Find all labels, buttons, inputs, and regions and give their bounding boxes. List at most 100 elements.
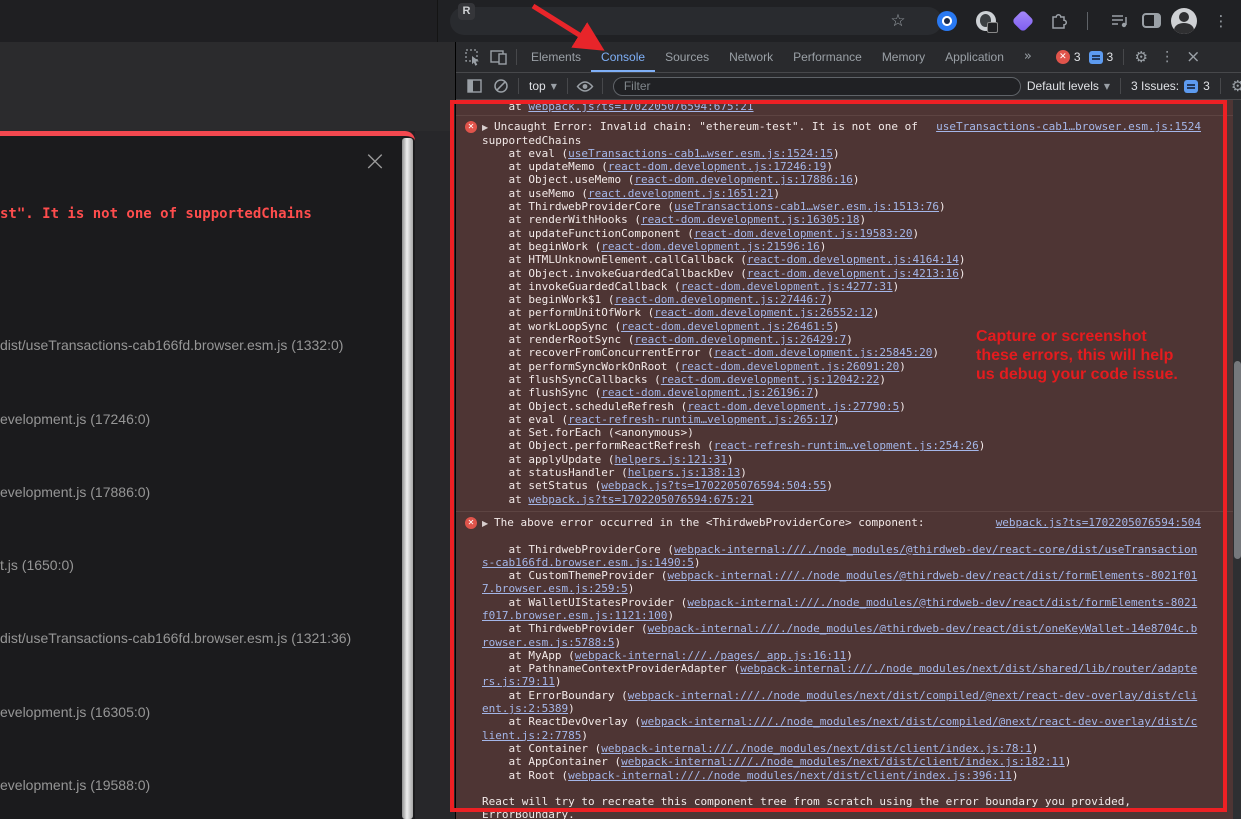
overlay-close-icon[interactable]: × bbox=[360, 146, 390, 176]
stack-trace-link[interactable]: helpers.js:138:13 bbox=[628, 466, 741, 479]
console-line bbox=[482, 782, 1223, 795]
stack-trace-link[interactable]: react-refresh-runtim…velopment.js:254:26 bbox=[714, 439, 979, 452]
console-line: at workLoopSync (react-dom.development.j… bbox=[482, 320, 1223, 333]
stack-trace-link[interactable]: webpack-internal:///./node_modules/next/… bbox=[641, 715, 1197, 728]
stack-trace-link[interactable]: 7.browser.esm.js:259:5 bbox=[482, 582, 628, 595]
stack-trace-link[interactable]: webpack-internal:///./node_modules/@thir… bbox=[687, 596, 1197, 609]
overlay-scrollbar[interactable] bbox=[402, 138, 413, 819]
stack-trace-link[interactable]: webpack-internal:///./pages/_app.js:16:1… bbox=[575, 649, 847, 662]
stack-trace-link[interactable]: react-dom.development.js:17886:16 bbox=[634, 173, 853, 186]
devtools-close-icon[interactable]: × bbox=[1180, 44, 1206, 70]
tab-console[interactable]: Console bbox=[591, 42, 655, 72]
stack-trace-link[interactable]: webpack-internal:///./node_modules/next/… bbox=[628, 689, 1198, 702]
context-selector-dropdown[interactable]: top▼ bbox=[523, 79, 563, 93]
side-panel-icon[interactable] bbox=[1142, 13, 1161, 28]
console-line: at eval (useTransactions-cab1…wser.esm.j… bbox=[482, 147, 1223, 160]
stack-trace-link[interactable]: react-dom.development.js:26429:7 bbox=[634, 333, 846, 346]
console-sidebar-toggle-icon[interactable] bbox=[462, 73, 488, 99]
tabbar-divider bbox=[516, 49, 517, 65]
overlay-stack-frame: evelopment.js (17886:0) bbox=[0, 484, 150, 500]
error-count-badge[interactable]: ✕ 3 bbox=[1056, 50, 1081, 64]
stack-trace-link[interactable]: webpack.js?ts=1702205076594:675:21 bbox=[528, 493, 753, 506]
console-line: at ThirdwebProviderCore (useTransactions… bbox=[482, 200, 1223, 213]
stack-trace-link[interactable]: webpack-internal:///./node_modules/@thir… bbox=[667, 569, 1197, 582]
stack-trace-link[interactable]: react-dom.development.js:27446:7 bbox=[614, 293, 826, 306]
address-bar[interactable] bbox=[450, 7, 942, 35]
stack-trace-link[interactable]: rs.js:79:11 bbox=[482, 675, 555, 688]
stack-trace-link[interactable]: react-dom.development.js:26461:5 bbox=[621, 320, 833, 333]
overlay-stack-frame: t.js (1650:0) bbox=[0, 557, 74, 573]
console-line: at statusHandler (helpers.js:138:13) bbox=[482, 466, 1223, 479]
expand-triangle-icon[interactable]: ▶ bbox=[482, 121, 494, 134]
tab-sources[interactable]: Sources bbox=[655, 42, 719, 72]
stack-trace-link[interactable]: ent.js:2:5389 bbox=[482, 702, 568, 715]
stack-trace-link[interactable]: react-dom.development.js:25845:20 bbox=[714, 346, 933, 359]
more-tabs-icon[interactable]: » bbox=[1014, 42, 1042, 72]
stack-trace-link[interactable]: react-dom.development.js:26196:7 bbox=[601, 386, 813, 399]
issues-counter[interactable]: 3 Issues: 3 bbox=[1125, 79, 1216, 93]
stack-trace-link[interactable]: react-dom.development.js:27790:5 bbox=[687, 400, 899, 413]
console-settings-gear-icon[interactable]: ⚙ bbox=[1225, 73, 1241, 99]
stack-trace-link[interactable]: webpack.js?ts=1702205076594:675:21 bbox=[528, 100, 753, 113]
devtools-settings-gear-icon[interactable]: ⚙ bbox=[1128, 44, 1154, 70]
stack-trace-link[interactable]: react.development.js:1651:21 bbox=[588, 187, 773, 200]
stack-trace-link[interactable]: webpack-internal:///./node_modules/@thir… bbox=[674, 543, 1197, 556]
source-location-link[interactable]: useTransactions-cab1…browser.esm.js:1524 bbox=[936, 120, 1201, 133]
stack-trace-link[interactable]: react-dom.development.js:16305:18 bbox=[641, 213, 860, 226]
stack-trace-link[interactable]: react-dom.development.js:4277:31 bbox=[681, 280, 893, 293]
stack-trace-link[interactable]: webpack-internal:///./node_modules/next/… bbox=[601, 742, 1031, 755]
stack-trace-link[interactable]: webpack.js?ts=1702205076594:504:55 bbox=[601, 479, 826, 492]
console-scrollbar[interactable] bbox=[1233, 100, 1241, 819]
overlay-error-text: st". It is not one of supportedChains bbox=[0, 206, 312, 222]
stack-trace-link[interactable]: react-dom.development.js:19583:20 bbox=[694, 227, 913, 240]
expand-triangle-icon[interactable]: ▶ bbox=[482, 517, 494, 530]
stack-trace-link[interactable]: react-dom.development.js:12042:22 bbox=[661, 373, 880, 386]
live-expression-eye-icon[interactable] bbox=[572, 73, 598, 99]
tab-elements[interactable]: Elements bbox=[521, 42, 591, 72]
console-line: at useMemo (react.development.js:1651:21… bbox=[482, 187, 1223, 200]
device-toolbar-icon[interactable] bbox=[486, 44, 512, 70]
overlay-stack-frame: evelopment.js (16305:0) bbox=[0, 704, 150, 720]
stack-trace-link[interactable]: f017.browser.esm.js:1121:100 bbox=[482, 609, 667, 622]
toolbar-divider bbox=[567, 78, 568, 94]
tab-memory[interactable]: Memory bbox=[872, 42, 935, 72]
tab-network[interactable]: Network bbox=[719, 42, 783, 72]
inspect-element-icon[interactable] bbox=[460, 44, 486, 70]
stack-trace-link[interactable]: s-cab166fd.browser.esm.js:1490:5 bbox=[482, 556, 694, 569]
stack-trace-link[interactable]: useTransactions-cab1…wser.esm.js:1513:76 bbox=[674, 200, 939, 213]
console-line: at PathnameContextProviderAdapter (webpa… bbox=[482, 662, 1223, 675]
source-location-link[interactable]: webpack.js?ts=1702205076594:504 bbox=[996, 516, 1201, 529]
media-controls-icon[interactable] bbox=[1110, 12, 1130, 35]
stack-trace-link[interactable]: react-dom.development.js:17246:19 bbox=[608, 160, 827, 173]
message-count-badge[interactable]: 3 bbox=[1089, 50, 1114, 64]
stack-trace-link[interactable]: react-refresh-runtim…velopment.js:265:17 bbox=[568, 413, 833, 426]
bookmark-star-icon[interactable]: ☆ bbox=[888, 11, 908, 31]
console-filter-input[interactable] bbox=[613, 77, 1021, 96]
stack-trace-link[interactable]: helpers.js:121:31 bbox=[614, 453, 727, 466]
console-scrollbar-thumb[interactable] bbox=[1234, 361, 1241, 559]
stack-trace-link[interactable]: rowser.esm.js:5788:5 bbox=[482, 636, 614, 649]
stack-trace-link[interactable]: webpack-internal:///./node_modules/@thir… bbox=[648, 622, 1198, 635]
stack-trace-link[interactable]: useTransactions-cab1…wser.esm.js:1524:15 bbox=[568, 147, 833, 160]
log-levels-dropdown[interactable]: Default levels▼ bbox=[1021, 79, 1116, 93]
tab-application[interactable]: Application bbox=[935, 42, 1014, 72]
stack-trace-link[interactable]: webpack-internal:///./node_modules/next/… bbox=[621, 755, 1065, 768]
stack-trace-link[interactable]: react-dom.development.js:26552:12 bbox=[654, 306, 873, 319]
stack-trace-link[interactable]: react-dom.development.js:4213:16 bbox=[747, 267, 959, 280]
extension-blue-target-icon[interactable] bbox=[937, 11, 957, 31]
stack-trace-link[interactable]: webpack-internal:///./node_modules/next/… bbox=[568, 769, 1012, 782]
clear-console-icon[interactable] bbox=[488, 73, 514, 99]
stack-trace-link[interactable]: react-dom.development.js:4164:14 bbox=[747, 253, 959, 266]
extension-purple-diamond-icon[interactable] bbox=[1012, 10, 1035, 33]
browser-menu-kebab-icon[interactable]: ⋮ bbox=[1212, 11, 1230, 31]
stack-trace-link[interactable]: react-dom.development.js:26091:20 bbox=[681, 360, 900, 373]
stack-trace-link[interactable]: webpack-internal:///./node_modules/next/… bbox=[740, 662, 1197, 675]
extensions-puzzle-icon[interactable] bbox=[1049, 11, 1069, 36]
tab-performance[interactable]: Performance bbox=[783, 42, 872, 72]
stack-trace-link[interactable]: react-dom.development.js:21596:16 bbox=[601, 240, 820, 253]
console-line: at beginWork (react-dom.development.js:2… bbox=[482, 240, 1223, 253]
stack-trace-link[interactable]: lient.js:2:7785 bbox=[482, 729, 581, 742]
devtools-menu-kebab-icon[interactable]: ⋮ bbox=[1154, 44, 1180, 70]
profile-avatar[interactable] bbox=[1171, 8, 1197, 34]
extension-gray-badge-icon[interactable] bbox=[976, 11, 996, 31]
